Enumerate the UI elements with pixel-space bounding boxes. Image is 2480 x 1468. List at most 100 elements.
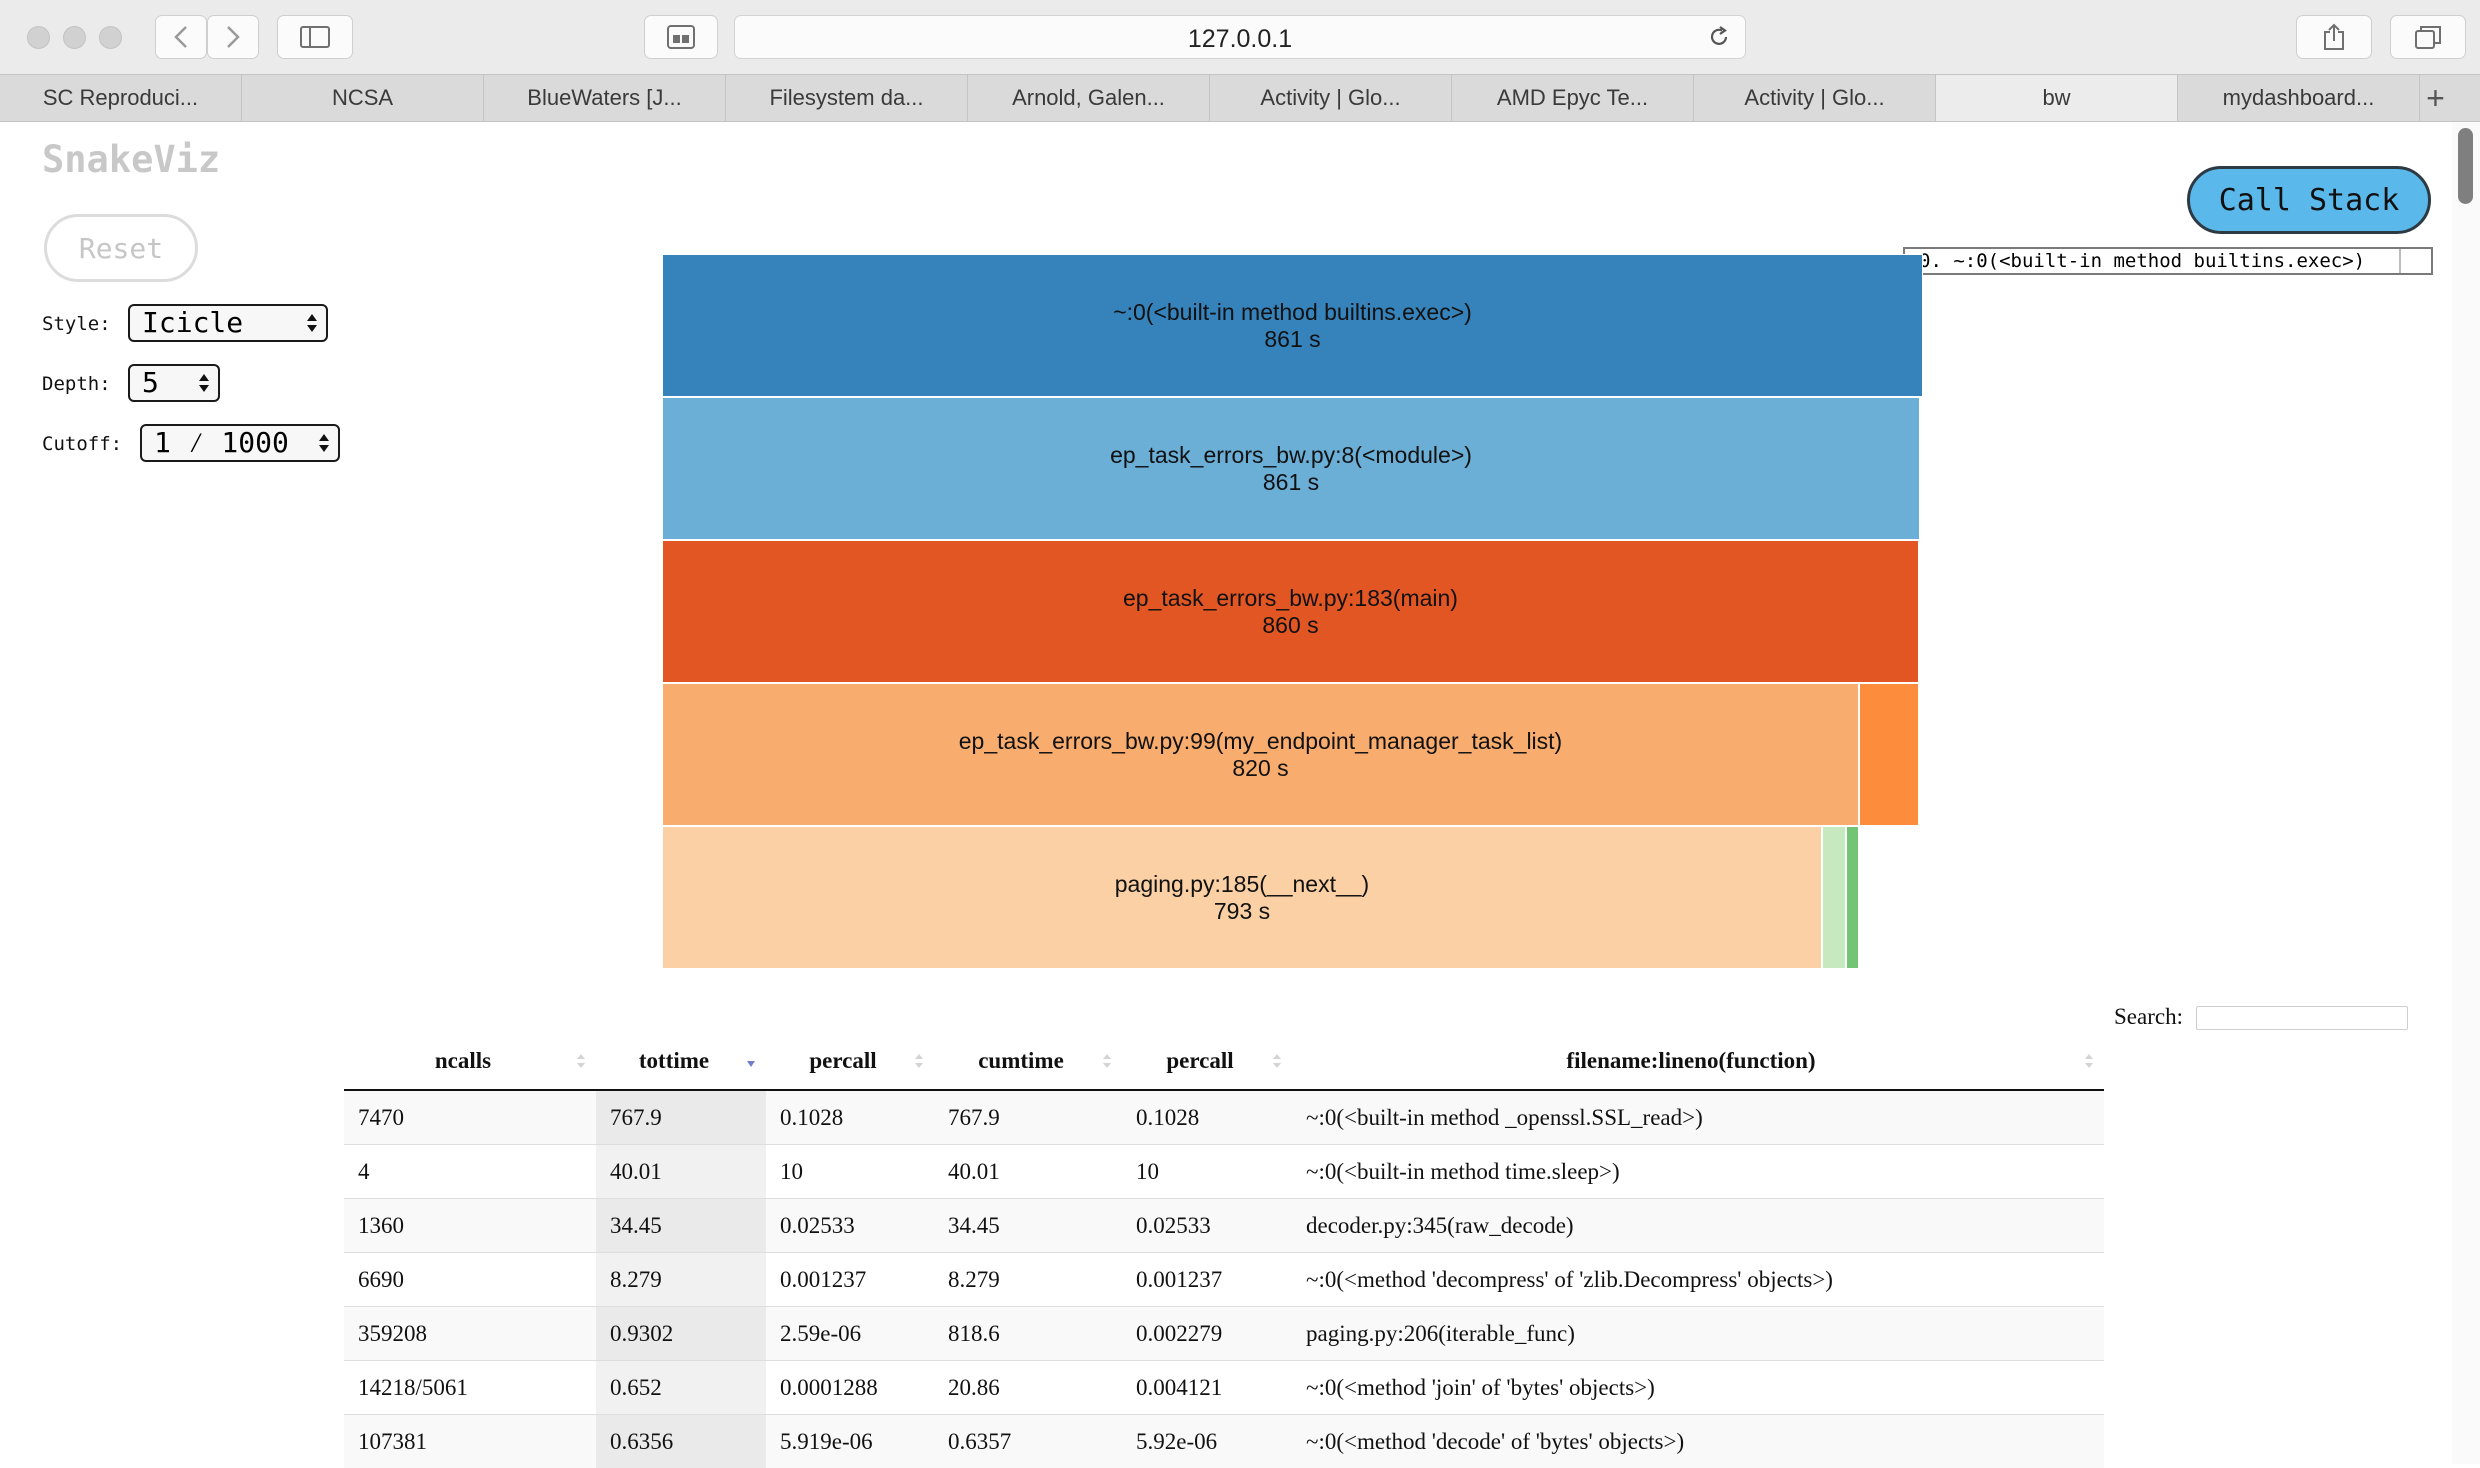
cutoff-select[interactable]: 1 ⁄ 1000: [140, 424, 340, 462]
address-bar[interactable]: 127.0.0.1: [734, 15, 1746, 59]
cell-cumtime: 40.01: [934, 1145, 1122, 1199]
tab-overview-button[interactable]: [2390, 15, 2466, 59]
back-button[interactable]: [155, 15, 207, 59]
tab-activity-2[interactable]: Activity | Glo...: [1694, 75, 1936, 121]
minimize-window-dot-icon[interactable]: [63, 26, 86, 49]
search-label: Search:: [2114, 1004, 2183, 1030]
sidebar-button[interactable]: [277, 15, 353, 59]
select-arrows-icon: [198, 371, 210, 395]
tab-bw[interactable]: bw: [1936, 75, 2178, 121]
tab-filesystem[interactable]: Filesystem da...: [726, 75, 968, 121]
cell-cumtime: 767.9: [934, 1090, 1122, 1145]
sort-both-icon: [1102, 1052, 1112, 1070]
cell-function: ~:0(<method 'decompress' of 'zlib.Decomp…: [1292, 1253, 2104, 1307]
sort-both-icon: [576, 1052, 586, 1070]
column-header-percall-tot[interactable]: percall: [766, 1032, 934, 1090]
style-select[interactable]: Icicle: [128, 304, 328, 342]
column-header-label: percall: [1166, 1048, 1233, 1073]
column-header-label: cumtime: [978, 1048, 1064, 1073]
cell-function: ~:0(<built-in method time.sleep>): [1292, 1145, 2104, 1199]
cell-ncalls: 7470: [344, 1090, 596, 1145]
icicle-block-minor-green[interactable]: [1846, 826, 1859, 969]
browser-toolbar: 127.0.0.1: [0, 0, 2480, 74]
tabs-overview-icon: [2415, 25, 2441, 49]
tab-bluewaters[interactable]: BlueWaters [J...: [484, 75, 726, 121]
share-icon: [2323, 23, 2345, 51]
depth-select[interactable]: 5: [128, 364, 220, 402]
table-row[interactable]: 7470 767.9 0.1028 767.9 0.1028 ~:0(<buil…: [344, 1090, 2104, 1145]
tab-bar: SC Reproduci... NCSA BlueWaters [J... Fi…: [0, 74, 2480, 122]
select-arrows-icon: [306, 311, 318, 335]
cell-ncalls: 14218/5061: [344, 1361, 596, 1415]
icicle-block-minor-light-green[interactable]: [1822, 826, 1846, 969]
call-stack-entry[interactable]: 0. ~:0(<built-in method builtins.exec>): [1919, 250, 2365, 272]
cell-percall: 5.919e-06: [766, 1415, 934, 1468]
cell-tottime: 0.6356: [596, 1415, 766, 1468]
style-select-value: Icicle: [142, 306, 243, 339]
tab-mydashboard[interactable]: mydashboard...: [2178, 75, 2420, 121]
icicle-block-module[interactable]: ep_task_errors_bw.py:8(<module>) 861 s: [662, 397, 1920, 540]
column-header-tottime[interactable]: tottime: [596, 1032, 766, 1090]
icicle-block-minor-orange[interactable]: [1859, 683, 1919, 826]
column-header-cumtime[interactable]: cumtime: [934, 1032, 1122, 1090]
forward-button[interactable]: [207, 15, 259, 59]
reader-button[interactable]: [644, 15, 718, 59]
depth-select-value: 5: [142, 366, 159, 399]
url-text: 127.0.0.1: [735, 25, 1745, 54]
search-input[interactable]: [2196, 1006, 2408, 1030]
icicle-block-time: 820 s: [1232, 755, 1288, 782]
call-stack-button[interactable]: Call Stack: [2187, 166, 2431, 234]
icicle-block-task-list[interactable]: ep_task_errors_bw.py:99(my_endpoint_mana…: [662, 683, 1859, 826]
cutoff-select-value: 1 ⁄ 1000: [154, 426, 289, 459]
cell-percall: 0.001237: [766, 1253, 934, 1307]
tab-sc-reproducibility[interactable]: SC Reproduci...: [0, 75, 242, 121]
table-row[interactable]: 359208 0.9302 2.59e-06 818.6 0.002279 pa…: [344, 1307, 2104, 1361]
icicle-block-builtins-exec[interactable]: ~:0(<built-in method builtins.exec>) 861…: [662, 254, 1923, 397]
column-header-label: filename:lineno(function): [1566, 1048, 1815, 1073]
new-tab-button[interactable]: +: [2420, 75, 2451, 121]
table-row[interactable]: 6690 8.279 0.001237 8.279 0.001237 ~:0(<…: [344, 1253, 2104, 1307]
cell-function: paging.py:206(iterable_func): [1292, 1307, 2104, 1361]
close-window-dot-icon[interactable]: [27, 26, 50, 49]
cell-ncalls: 6690: [344, 1253, 596, 1307]
column-header-percall-cum[interactable]: percall: [1122, 1032, 1292, 1090]
table-row[interactable]: 1360 34.45 0.02533 34.45 0.02533 decoder…: [344, 1199, 2104, 1253]
icicle-block-name: ep_task_errors_bw.py:8(<module>): [1110, 442, 1472, 469]
column-header-ncalls[interactable]: ncalls: [344, 1032, 596, 1090]
tab-amd-epyc[interactable]: AMD Epyc Te...: [1452, 75, 1694, 121]
cell-cumtime: 818.6: [934, 1307, 1122, 1361]
tab-activity-1[interactable]: Activity | Glo...: [1210, 75, 1452, 121]
share-button[interactable]: [2296, 15, 2372, 59]
cell-ncalls: 1360: [344, 1199, 596, 1253]
cell-ncalls: 107381: [344, 1415, 596, 1468]
icicle-block-time: 861 s: [1263, 469, 1319, 496]
zoom-window-dot-icon[interactable]: [99, 26, 122, 49]
icicle-block-paging-next[interactable]: paging.py:185(__next__) 793 s: [662, 826, 1822, 969]
cell-percall: 0.1028: [766, 1090, 934, 1145]
cell-percall: 2.59e-06: [766, 1307, 934, 1361]
table-row[interactable]: 107381 0.6356 5.919e-06 0.6357 5.92e-06 …: [344, 1415, 2104, 1468]
sort-both-icon: [914, 1052, 924, 1070]
tab-arnold-galen[interactable]: Arnold, Galen...: [968, 75, 1210, 121]
reload-icon[interactable]: [1707, 25, 1731, 49]
scrollbar-track[interactable]: [2452, 122, 2480, 1464]
icicle-block-main[interactable]: ep_task_errors_bw.py:183(main) 860 s: [662, 540, 1919, 683]
icicle-block-name: paging.py:185(__next__): [1115, 871, 1369, 898]
cell-percall-cum: 0.002279: [1122, 1307, 1292, 1361]
cell-percall-cum: 0.02533: [1122, 1199, 1292, 1253]
app-title: SnakeViz: [42, 138, 220, 181]
icicle-block-name: ep_task_errors_bw.py:183(main): [1123, 585, 1458, 612]
tab-ncsa[interactable]: NCSA: [242, 75, 484, 121]
forward-chevron-icon: [226, 25, 240, 49]
scrollbar-thumb[interactable]: [2458, 128, 2473, 204]
cell-cumtime: 8.279: [934, 1253, 1122, 1307]
table-row[interactable]: 4 40.01 10 40.01 10 ~:0(<built-in method…: [344, 1145, 2104, 1199]
cell-cumtime: 0.6357: [934, 1415, 1122, 1468]
select-arrows-icon: [318, 431, 330, 455]
reset-button[interactable]: Reset: [44, 214, 198, 282]
sort-both-icon: [2084, 1052, 2094, 1070]
column-header-function[interactable]: filename:lineno(function): [1292, 1032, 2104, 1090]
cell-ncalls: 4: [344, 1145, 596, 1199]
table-row[interactable]: 14218/5061 0.652 0.0001288 20.86 0.00412…: [344, 1361, 2104, 1415]
cell-function: decoder.py:345(raw_decode): [1292, 1199, 2104, 1253]
